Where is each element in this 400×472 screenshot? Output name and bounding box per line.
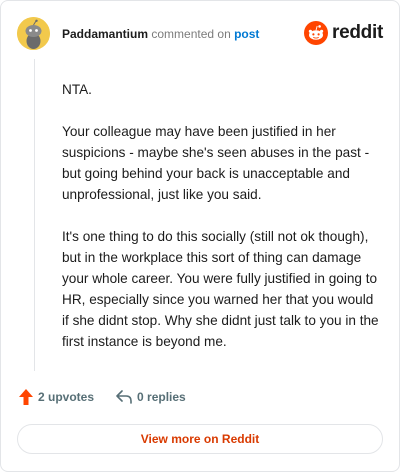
- reddit-wordmark: reddit: [332, 22, 383, 43]
- snoo-avatar-icon: [17, 17, 50, 50]
- reddit-brand[interactable]: reddit: [304, 21, 383, 45]
- reddit-logo-icon: [304, 21, 329, 45]
- comment-header: Paddamantium commented on post: [62, 26, 259, 42]
- upvote-button[interactable]: 2 upvotes: [19, 389, 94, 405]
- comment-actions: 2 upvotes 0 replies: [19, 389, 186, 405]
- commented-on-label: commented on: [151, 27, 231, 41]
- comment-paragraph: NTA.: [62, 82, 92, 97]
- thread-line: [34, 59, 35, 371]
- reply-count: 0 replies: [137, 390, 186, 404]
- reply-button[interactable]: 0 replies: [116, 390, 186, 404]
- avatar[interactable]: [17, 17, 50, 50]
- comment-paragraph: Your colleague may have been justified i…: [62, 124, 370, 202]
- reddit-comment-card: Paddamantium commented on post reddit NT…: [0, 0, 400, 472]
- post-link[interactable]: post: [234, 27, 259, 41]
- reply-arrow-icon: [116, 390, 132, 404]
- comment-paragraph: It's one thing to do this socially (stil…: [62, 229, 379, 349]
- upvote-count: 2 upvotes: [38, 390, 95, 404]
- author-name[interactable]: Paddamantium: [62, 27, 148, 41]
- view-more-button[interactable]: View more on Reddit: [17, 424, 383, 454]
- upvote-arrow-icon: [19, 389, 33, 405]
- comment-body: NTA. Your colleague may have been justif…: [62, 79, 382, 352]
